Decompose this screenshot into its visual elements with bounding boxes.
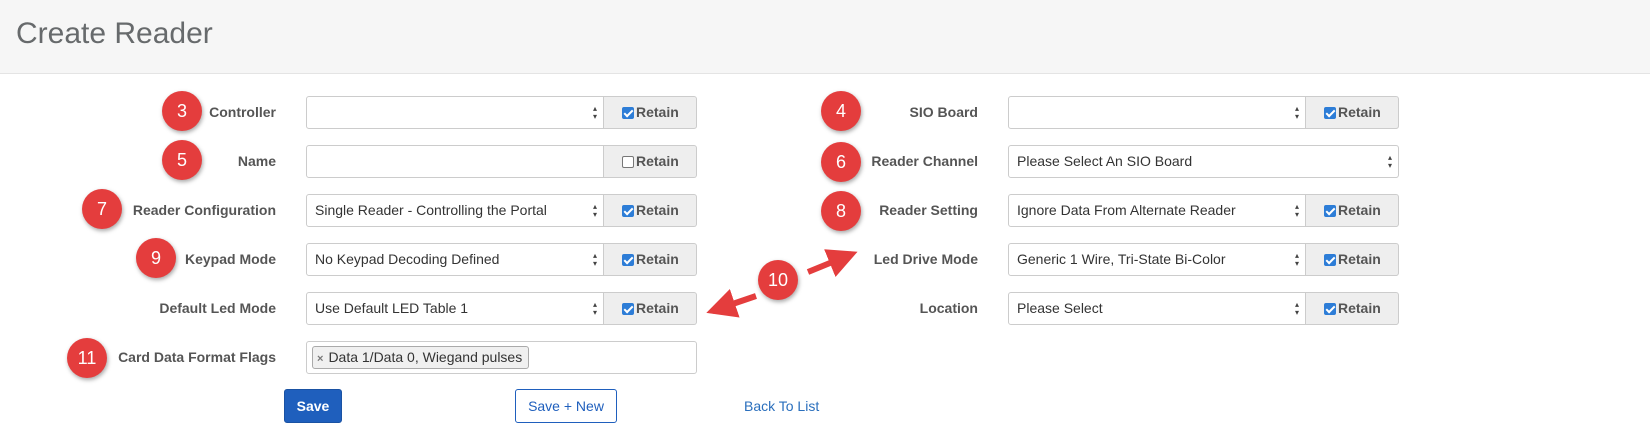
save-button[interactable]: Save	[284, 389, 342, 423]
arrow-to-default-led-retain	[706, 289, 757, 318]
callout-arrows	[706, 249, 858, 318]
arrow-to-led-drive-mode	[806, 249, 858, 277]
back-to-list-link[interactable]: Back To List	[744, 396, 819, 416]
save-new-button[interactable]: Save + New	[515, 389, 617, 423]
annotation-badge-10: 10	[758, 260, 798, 300]
